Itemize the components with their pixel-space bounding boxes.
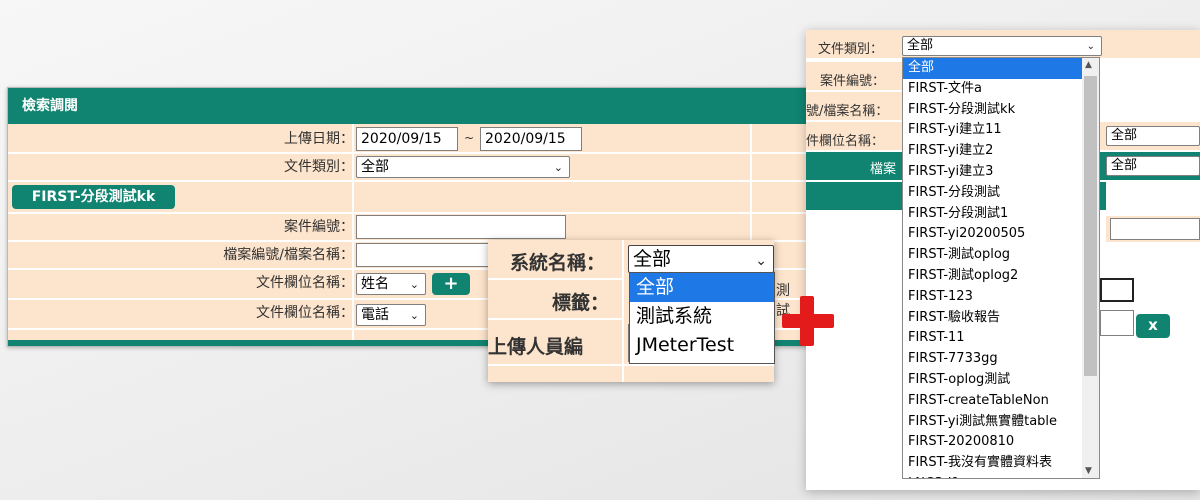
system-name-select[interactable]: 全部 ⌄ <box>628 245 774 273</box>
panel-title: 檢索調閱 <box>8 88 816 124</box>
system-option[interactable]: JMeterTest <box>630 331 774 360</box>
upload-date-label: 上傳日期： <box>284 131 354 147</box>
group-button[interactable]: FIRST-分段測試kk <box>12 185 175 209</box>
doc-type-option[interactable]: FIRST-123 <box>903 287 1099 308</box>
field1-value: 姓名 <box>361 276 389 292</box>
scroll-up-icon[interactable]: ▲ <box>1085 60 1092 70</box>
doc-type-select[interactable]: 全部 ⌄ <box>356 156 570 178</box>
zoom-divider <box>488 278 622 280</box>
right-field-select-2[interactable]: 全部 <box>1106 156 1200 176</box>
right-input[interactable] <box>1110 218 1200 240</box>
field1-label: 文件欄位名稱： <box>256 275 354 291</box>
right-header-text: 檔案 <box>870 162 897 177</box>
right-field-label: 件欄位名稱： <box>806 134 885 149</box>
plus-icon <box>782 314 834 328</box>
doc-type-option[interactable]: FIRST-oplog測試 <box>903 370 1099 391</box>
file-no-label: 檔案編號/檔案名稱： <box>223 247 354 263</box>
doc-type-row: 文件類別： 全部 ⌄ <box>8 154 816 182</box>
right-field-select[interactable]: 全部 <box>1106 126 1200 146</box>
right-all2: 全部 <box>1111 158 1138 173</box>
add-field-button[interactable]: + <box>432 273 470 295</box>
doc-type-option[interactable]: FIRST-7733gg <box>903 349 1099 370</box>
doc-type-option[interactable]: FIRST-分段測試1 <box>903 204 1099 225</box>
doc-type-option[interactable]: FIRST-yi建立3 <box>903 162 1099 183</box>
doc-type-option[interactable]: FIRST-分段測試 <box>903 183 1099 204</box>
system-option[interactable]: 測試系統 <box>630 302 774 331</box>
upload-date-row: 上傳日期： 2020/09/15 ~ 2020/09/15 <box>8 126 816 154</box>
case-no-label: 案件編號： <box>284 219 354 235</box>
right-input-3[interactable] <box>1100 310 1134 336</box>
doc-type-option[interactable]: FIRST-yi20200505 <box>903 224 1099 245</box>
doc-type-option[interactable]: LNCS-J1 <box>903 474 1099 478</box>
right-input-2[interactable] <box>1100 278 1134 302</box>
doc-type-option[interactable]: FIRST-yi建立2 <box>903 141 1099 162</box>
scroll-down-icon[interactable]: ▼ <box>1085 466 1092 476</box>
right-doc-type-select[interactable]: 全部 ⌄ <box>902 36 1102 56</box>
case-no-row: 案件編號： <box>8 214 816 242</box>
doc-type-option[interactable]: FIRST-yi測試無實體table <box>903 412 1099 433</box>
chevron-down-icon: ⌄ <box>755 253 767 269</box>
system-name-options: 全部 測試系統 JMeterTest <box>629 272 775 364</box>
chevron-down-icon: ⌄ <box>409 309 419 322</box>
doc-type-option[interactable]: 全部 <box>903 58 1099 79</box>
remove-field-button[interactable]: x <box>1136 314 1170 338</box>
right-all1: 全部 <box>1111 128 1138 143</box>
uploader-label: 上傳人員編 <box>488 336 584 358</box>
right-doc-type-label: 文件類別： <box>818 42 884 57</box>
doc-type-option[interactable]: FIRST-文件a <box>903 79 1099 100</box>
doc-type-options-list: 全部 FIRST-文件a FIRST-分段測試kk FIRST-yi建立11 FIRST… <box>902 57 1100 479</box>
system-option[interactable]: 全部 <box>630 273 774 302</box>
doc-type-option[interactable]: FIRST-測試oplog <box>903 245 1099 266</box>
scrollbar-thumb[interactable] <box>1084 76 1097 376</box>
system-name-label: 系統名稱： <box>510 252 606 274</box>
doc-type-option[interactable]: FIRST-11 <box>903 328 1099 349</box>
doc-type-value: 全部 <box>361 159 389 175</box>
zoom-divider <box>622 240 624 382</box>
doc-type-option[interactable]: FIRST-測試oplog2 <box>903 266 1099 287</box>
chevron-down-icon: ⌄ <box>409 278 419 291</box>
right-file-label: 號/檔案名稱： <box>806 104 889 119</box>
doc-type-option[interactable]: FIRST-20200810 <box>903 432 1099 453</box>
date-separator: ~ <box>464 131 475 145</box>
field2-label: 文件欄位名稱： <box>256 305 354 321</box>
group-row: FIRST-分段測試kk <box>8 182 816 214</box>
doc-type-option[interactable]: FIRST-分段測試kk <box>903 100 1099 121</box>
doc-type-option[interactable]: FIRST-驗收報告 <box>903 308 1099 329</box>
field1-select[interactable]: 姓名 ⌄ <box>356 273 426 295</box>
chevron-down-icon: ⌄ <box>553 161 563 174</box>
chevron-down-icon: ⌄ <box>1086 41 1095 52</box>
system-name-value: 全部 <box>633 248 672 270</box>
right-doc-type-value: 全部 <box>907 38 934 53</box>
doc-type-option[interactable]: FIRST-yi建立11 <box>903 120 1099 141</box>
right-case-label: 案件編號： <box>820 74 886 89</box>
field2-select[interactable]: 電話 ⌄ <box>356 304 426 326</box>
field2-value: 電話 <box>361 307 389 323</box>
date-to-input[interactable]: 2020/09/15 <box>480 127 582 151</box>
doc-type-option[interactable]: FIRST-createTableNon <box>903 391 1099 412</box>
tag-label: 標籤： <box>552 292 610 314</box>
doc-type-label: 文件類別： <box>284 159 354 175</box>
date-from-input[interactable]: 2020/09/15 <box>356 127 458 151</box>
case-no-input[interactable] <box>356 215 566 239</box>
doc-type-option[interactable]: FIRST-我沒有實體資料表 <box>903 453 1099 474</box>
scrollbar[interactable]: ▲ ▼ <box>1082 58 1099 478</box>
zoom-divider <box>488 318 622 320</box>
zoom-divider <box>488 364 774 366</box>
